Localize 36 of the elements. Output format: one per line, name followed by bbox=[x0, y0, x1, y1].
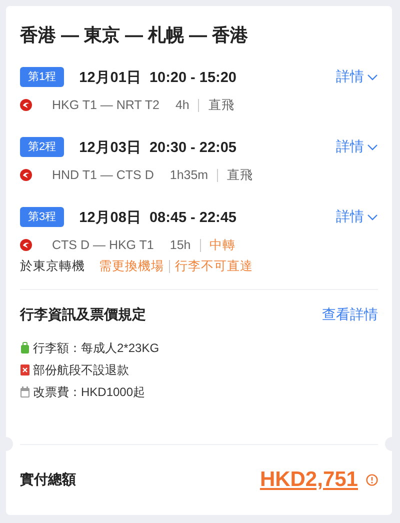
flight-route: HND T1 — CTS D bbox=[52, 168, 154, 182]
flight-duration: 15h bbox=[170, 238, 191, 252]
info-icon[interactable] bbox=[366, 474, 378, 486]
trip-title: 香港 — 東京 — 札幌 — 香港 bbox=[19, 24, 250, 46]
section-title: 行李資訊及票價規定 bbox=[20, 306, 146, 324]
stop-type: 中轉 bbox=[210, 236, 236, 254]
policy-item: 行李額：每成人2*23KG bbox=[33, 340, 160, 356]
policy-item: 部份航段不設退款 bbox=[33, 362, 129, 378]
details-link[interactable]: 詳情 bbox=[336, 208, 378, 226]
airline-logo-icon bbox=[20, 169, 32, 181]
policy-item: 改票費：HKD1000起 bbox=[33, 384, 146, 400]
total-label: 實付總額 bbox=[20, 471, 76, 489]
leg-badge: 第3程 bbox=[20, 207, 64, 227]
stop-type: 直飛 bbox=[227, 166, 254, 184]
leg-badge: 第2程 bbox=[20, 137, 64, 157]
details-link[interactable]: 詳情 bbox=[336, 68, 378, 86]
chevron-down-icon bbox=[367, 144, 378, 150]
leg-badge: 第1程 bbox=[20, 67, 64, 87]
transfer-note: 於東京轉機 bbox=[20, 258, 85, 274]
flight-schedule: 12月08日 08:45 - 22:45 bbox=[79, 208, 238, 226]
total-amount: HKD2,751 bbox=[260, 468, 358, 492]
transfer-warning: 行李不可直達 bbox=[175, 258, 253, 274]
airline-logo-icon bbox=[20, 99, 32, 111]
chevron-down-icon bbox=[367, 74, 378, 80]
view-details-link[interactable]: 查看詳情 bbox=[322, 306, 378, 324]
chevron-down-icon bbox=[367, 214, 378, 220]
flight-route: CTS D — HKG T1 bbox=[52, 238, 154, 252]
flight-schedule: 12月03日 20:30 - 22:05 bbox=[79, 138, 238, 156]
flight-duration: 4h bbox=[175, 98, 190, 112]
airline-logo-icon bbox=[20, 239, 32, 251]
transfer-warning: 需更換機場 bbox=[99, 258, 164, 274]
flight-duration: 1h35m bbox=[170, 168, 208, 182]
flight-schedule: 12月01日 10:20 - 15:20 bbox=[79, 68, 238, 86]
flight-route: HKG T1 — NRT T2 bbox=[52, 98, 160, 112]
details-link[interactable]: 詳情 bbox=[336, 138, 378, 156]
stop-type: 直飛 bbox=[208, 96, 234, 114]
